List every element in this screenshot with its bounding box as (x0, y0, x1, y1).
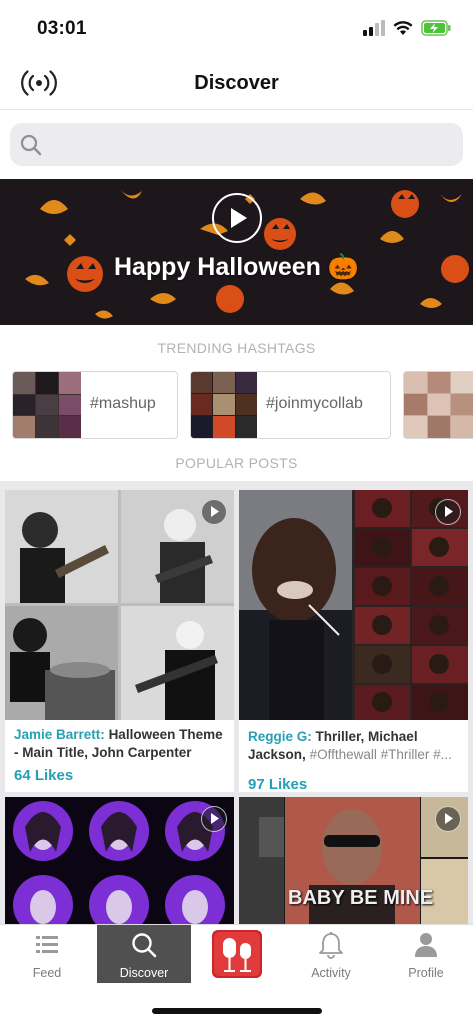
post-card[interactable] (5, 797, 234, 924)
hashtag-thumbnail (191, 372, 257, 438)
home-indicator[interactable] (152, 1008, 322, 1014)
tab-record[interactable] (190, 925, 284, 983)
record-mic-icon (212, 930, 262, 978)
post-thumbnail (5, 797, 234, 924)
post-thumbnail (239, 490, 468, 720)
play-icon (445, 506, 453, 517)
post-username[interactable]: Reggie G: (248, 729, 312, 744)
hashtag-row: #mashup #joinmycollab (12, 371, 473, 439)
post-card[interactable]: Jamie Barrett: Halloween Theme - Main Ti… (5, 490, 234, 792)
post-caption: Jamie Barrett: Halloween Theme - Main Ti… (14, 726, 226, 762)
hashtag-thumbnail (13, 372, 81, 438)
banner-play-button[interactable] (212, 193, 262, 243)
cellular-signal-icon (363, 20, 385, 36)
play-icon (231, 208, 247, 228)
status-time: 03:01 (37, 18, 87, 39)
post-username[interactable]: Jamie Barrett: (14, 727, 105, 742)
nav-bar: Discover (0, 58, 473, 110)
hashtag-card-joinmycollab[interactable]: #joinmycollab (190, 371, 391, 439)
page-title: Discover (194, 72, 279, 94)
hashtag-label: #mashup (90, 395, 156, 412)
video-indicator (201, 499, 227, 525)
hashtag-label: #joinmycollab (266, 395, 363, 412)
post-likes[interactable]: 97 Likes (248, 776, 307, 792)
video-indicator (435, 499, 461, 525)
tab-discover[interactable]: Discover (97, 925, 191, 983)
list-icon (36, 936, 58, 953)
status-bar: 03:01 (0, 0, 473, 56)
search-input[interactable] (50, 123, 450, 166)
video-indicator (435, 806, 461, 832)
tab-feed[interactable]: Feed (0, 925, 94, 983)
hashtag-card-partial[interactable] (403, 371, 473, 439)
search-icon (20, 134, 42, 156)
post-hashtags[interactable]: #Offthewall #Thriller #... (310, 747, 452, 762)
post-thumbnail (5, 490, 234, 720)
popular-posts-heading: POPULAR POSTS (175, 455, 298, 471)
search-icon (132, 933, 157, 958)
battery-charging-icon (421, 20, 451, 36)
post-caption: Reggie G: Thriller, Michael Jackson, #Of… (248, 728, 462, 764)
tab-profile[interactable]: Profile (379, 925, 473, 983)
play-icon (211, 506, 219, 517)
banner-title: Happy Halloween 🎃 (113, 253, 360, 281)
tab-activity[interactable]: Activity (284, 925, 378, 983)
play-icon (445, 813, 453, 824)
tab-label: Profile (408, 966, 444, 980)
hashtag-card-mashup[interactable]: #mashup (12, 371, 178, 439)
status-icons (363, 20, 451, 36)
posts-grid: Jamie Barrett: Halloween Theme - Main Ti… (0, 481, 473, 924)
bell-icon (319, 932, 343, 959)
post-card[interactable]: Reggie G: Thriller, Michael Jackson, #Of… (239, 490, 468, 792)
play-icon (211, 813, 219, 824)
search-bar[interactable] (10, 123, 463, 166)
post-overlay-text: BABY BE MINE (288, 887, 434, 909)
wifi-icon (393, 21, 413, 35)
person-icon (415, 933, 437, 957)
trending-hashtags-heading: TRENDING HASHTAGS (157, 340, 316, 356)
tab-label: Feed (32, 966, 62, 980)
video-indicator (201, 806, 227, 832)
tab-label: Discover (119, 966, 169, 980)
tab-label: Activity (311, 966, 351, 980)
post-card[interactable]: BABY BE MINE (239, 797, 468, 924)
hashtag-thumbnail (404, 372, 473, 438)
post-likes[interactable]: 64 Likes (14, 767, 73, 784)
